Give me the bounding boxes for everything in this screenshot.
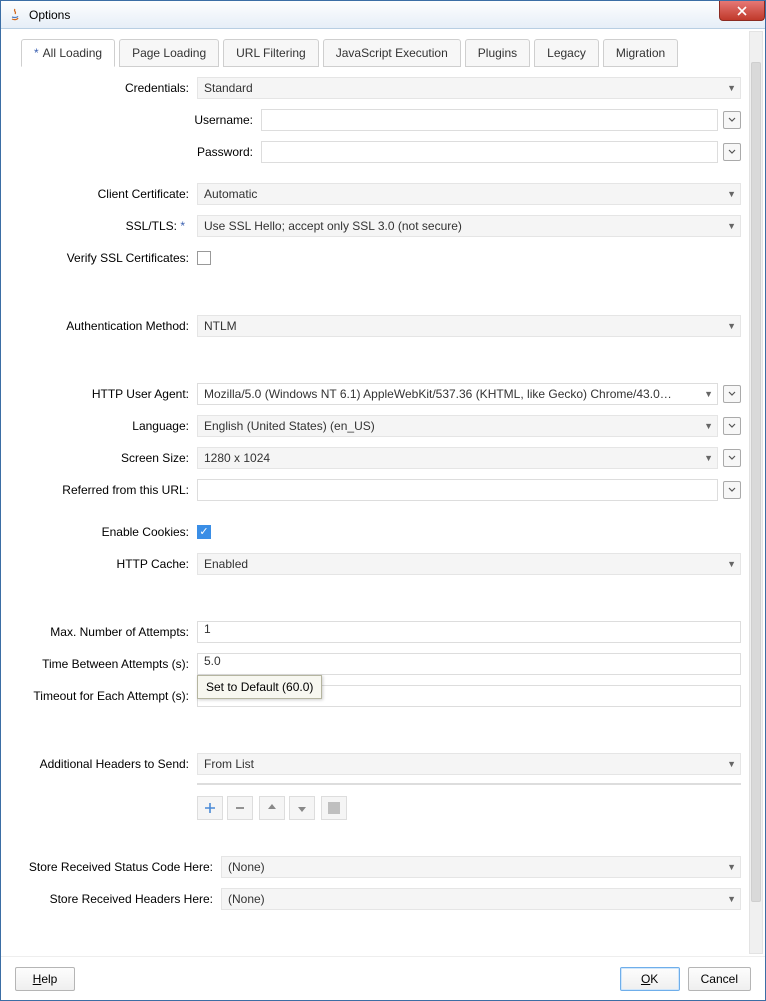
referred-label: Referred from this URL: <box>21 483 197 497</box>
chevron-down-icon: ▼ <box>727 189 736 199</box>
user-agent-combobox[interactable]: Mozilla/5.0 (Windows NT 6.1) AppleWebKit… <box>197 383 718 405</box>
edit-header-button[interactable] <box>321 796 347 820</box>
headers-here-dropdown[interactable]: (None)▼ <box>221 888 741 910</box>
ssl-tls-dropdown[interactable]: Use SSL Hello; accept only SSL 3.0 (not … <box>197 215 741 237</box>
headers-listbox[interactable] <box>197 783 741 785</box>
verify-ssl-checkbox[interactable] <box>197 251 211 265</box>
tab-legacy[interactable]: Legacy <box>534 39 599 67</box>
scroll-region: *All Loading Page Loading URL Filtering … <box>1 29 765 956</box>
status-code-dropdown[interactable]: (None)▼ <box>221 856 741 878</box>
window-title: Options <box>29 8 70 22</box>
auth-method-dropdown[interactable]: NTLM▼ <box>197 315 741 337</box>
user-agent-label: HTTP User Agent: <box>21 387 197 401</box>
language-var-button[interactable] <box>723 417 741 435</box>
changed-marker-icon: * <box>180 219 185 233</box>
add-header-button[interactable] <box>197 796 223 820</box>
additional-headers-label: Additional Headers to Send: <box>21 757 197 771</box>
credentials-label: Credentials: <box>21 81 197 95</box>
username-input[interactable] <box>261 109 718 131</box>
help-button[interactable]: Help <box>15 967 75 991</box>
tab-page-loading[interactable]: Page Loading <box>119 39 219 67</box>
max-attempts-label: Max. Number of Attempts: <box>21 625 197 639</box>
client-area: *All Loading Page Loading URL Filtering … <box>1 29 765 1000</box>
referred-var-button[interactable] <box>723 481 741 499</box>
referred-input[interactable] <box>197 479 718 501</box>
password-input[interactable] <box>261 141 718 163</box>
remove-header-button[interactable] <box>227 796 253 820</box>
tab-url-filtering[interactable]: URL Filtering <box>223 39 319 67</box>
chevron-down-icon: ▼ <box>727 862 736 872</box>
password-var-button[interactable] <box>723 143 741 161</box>
time-between-label: Time Between Attempts (s): <box>21 657 197 671</box>
client-cert-label: Client Certificate: <box>21 187 197 201</box>
headers-list-toolbar <box>197 796 741 820</box>
tab-all-loading[interactable]: *All Loading <box>21 39 115 67</box>
ok-button[interactable]: OK <box>620 967 680 991</box>
chevron-down-icon: ▼ <box>704 421 713 431</box>
chevron-down-icon: ▼ <box>727 894 736 904</box>
cancel-button[interactable]: Cancel <box>688 967 751 991</box>
chevron-down-icon: ▼ <box>727 221 736 231</box>
tab-js-execution[interactable]: JavaScript Execution <box>323 39 461 67</box>
java-icon <box>7 7 23 23</box>
chevron-down-icon: ▼ <box>727 321 736 331</box>
additional-headers-dropdown[interactable]: From List▼ <box>197 753 741 775</box>
tab-plugins[interactable]: Plugins <box>465 39 530 67</box>
timeout-label: Timeout for Each Attempt (s): <box>21 689 197 703</box>
client-cert-dropdown[interactable]: Automatic▼ <box>197 183 741 205</box>
time-between-input[interactable]: 5.0 <box>197 653 741 675</box>
chevron-down-icon: ▼ <box>727 759 736 769</box>
tooltip-set-default: Set to Default (60.0) <box>197 675 322 699</box>
vertical-scrollbar[interactable] <box>749 31 763 954</box>
screen-size-label: Screen Size: <box>21 451 197 465</box>
user-agent-var-button[interactable] <box>723 385 741 403</box>
chevron-down-icon: ▼ <box>727 559 736 569</box>
form: Credentials: Standard▼ Username: P <box>21 75 741 918</box>
button-bar: Help OK Cancel <box>1 956 765 1000</box>
ssl-tls-label: SSL/TLS: * <box>21 219 197 233</box>
auth-method-label: Authentication Method: <box>21 319 197 333</box>
close-button[interactable] <box>719 1 765 21</box>
cookies-checkbox[interactable] <box>197 525 211 539</box>
chevron-down-icon: ▼ <box>704 453 713 463</box>
credentials-dropdown[interactable]: Standard▼ <box>197 77 741 99</box>
http-cache-dropdown[interactable]: Enabled▼ <box>197 553 741 575</box>
http-cache-label: HTTP Cache: <box>21 557 197 571</box>
screen-size-dropdown[interactable]: 1280 x 1024▼ <box>197 447 718 469</box>
username-var-button[interactable] <box>723 111 741 129</box>
content: *All Loading Page Loading URL Filtering … <box>1 29 749 956</box>
cookies-label: Enable Cookies: <box>21 525 197 539</box>
chevron-down-icon: ▼ <box>704 389 713 399</box>
verify-ssl-label: Verify SSL Certificates: <box>21 251 197 265</box>
language-dropdown[interactable]: English (United States) (en_US)▼ <box>197 415 718 437</box>
status-code-label: Store Received Status Code Here: <box>21 860 221 874</box>
changed-marker-icon: * <box>34 46 39 60</box>
options-window: Options *All Loading Page Loading URL Fi… <box>0 0 766 1001</box>
title-bar: Options <box>1 1 765 29</box>
headers-here-label: Store Received Headers Here: <box>21 892 221 906</box>
screen-size-var-button[interactable] <box>723 449 741 467</box>
tab-migration[interactable]: Migration <box>603 39 678 67</box>
language-label: Language: <box>21 419 197 433</box>
square-icon <box>328 802 340 814</box>
password-label: Password: <box>21 145 261 159</box>
tab-strip: *All Loading Page Loading URL Filtering … <box>21 39 741 67</box>
max-attempts-input[interactable]: 1 <box>197 621 741 643</box>
chevron-down-icon: ▼ <box>727 83 736 93</box>
move-up-button[interactable] <box>259 796 285 820</box>
username-label: Username: <box>21 113 261 127</box>
scrollbar-thumb[interactable] <box>751 62 761 902</box>
move-down-button[interactable] <box>289 796 315 820</box>
